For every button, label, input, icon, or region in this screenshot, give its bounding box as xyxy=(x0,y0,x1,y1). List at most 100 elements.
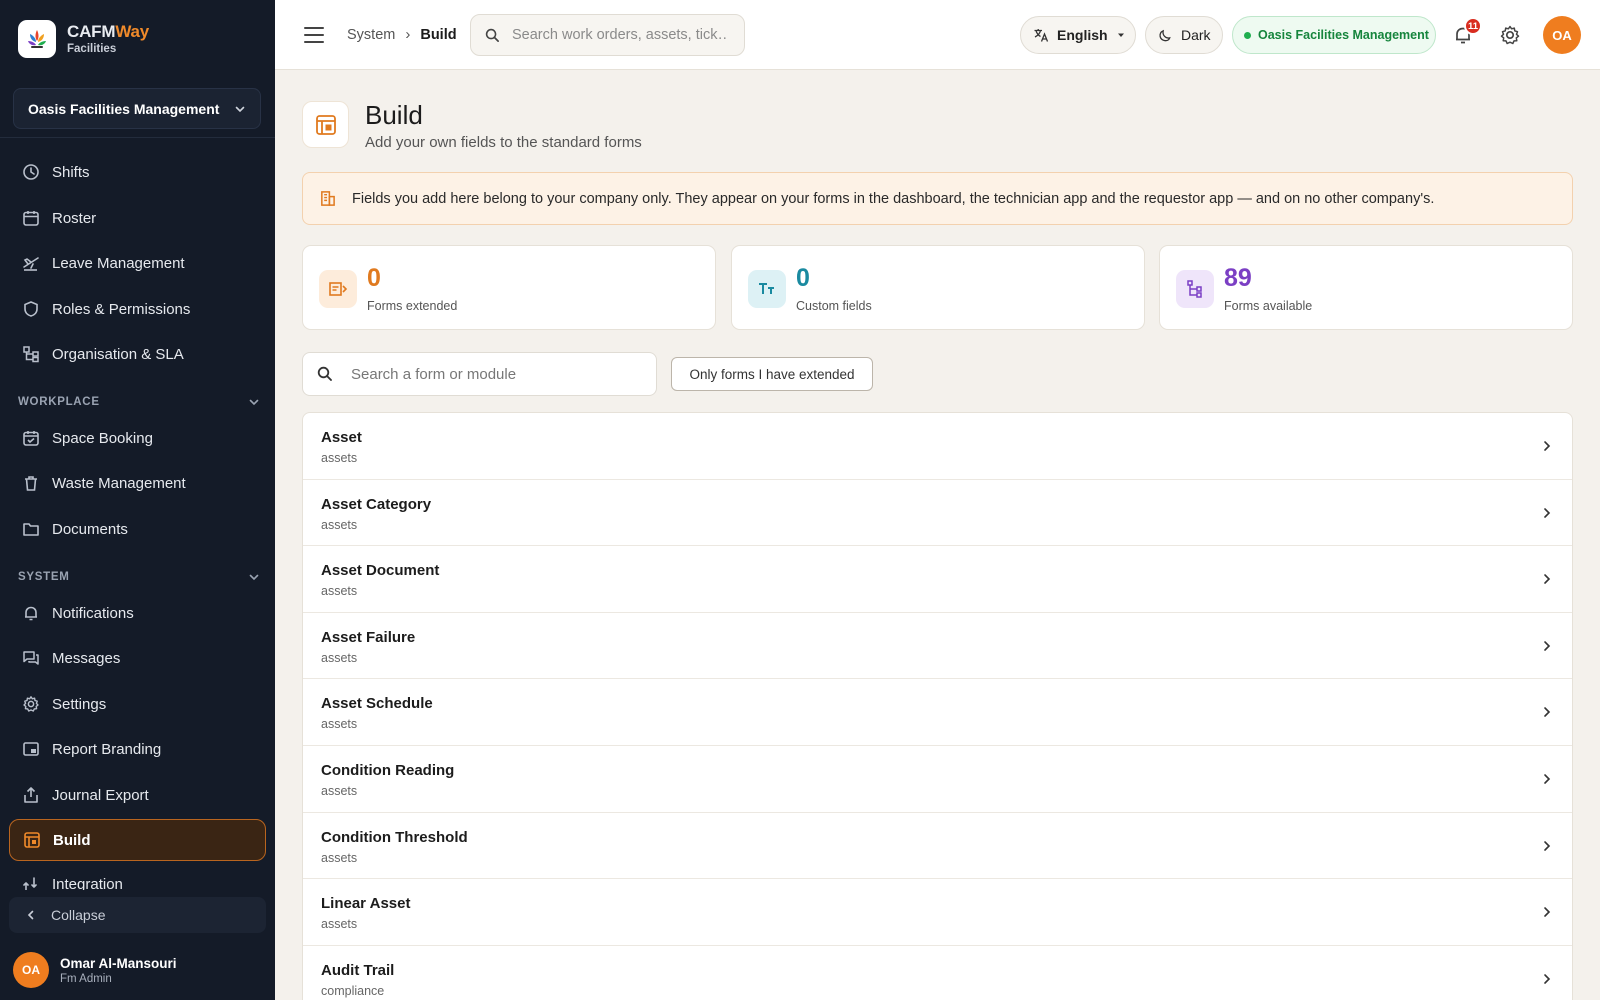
sidebar-item-label: Roster xyxy=(52,209,97,227)
sidebar-item-journal-export[interactable]: Journal Export xyxy=(9,774,266,816)
chat-icon xyxy=(22,649,40,667)
build-icon xyxy=(302,101,349,148)
sidebar-item-messages[interactable]: Messages xyxy=(9,637,266,679)
page-title: Build xyxy=(365,100,423,130)
gear-icon[interactable] xyxy=(1499,24,1521,46)
text-field-icon xyxy=(748,270,786,308)
form-name: Condition Threshold xyxy=(321,828,468,846)
brand-subtitle: Facilities xyxy=(67,43,117,55)
calendar-check-icon xyxy=(22,429,40,447)
section-label: WORKPLACE xyxy=(18,396,100,408)
breadcrumb-item-system[interactable]: System xyxy=(347,27,395,43)
chevron-right-icon: › xyxy=(405,26,411,43)
sidebar-item-report-branding[interactable]: Report Branding xyxy=(9,728,266,770)
user-profile[interactable]: OA Omar Al-Mansouri Fm Admin xyxy=(13,952,177,988)
sidebar-item-documents[interactable]: Documents xyxy=(9,508,266,550)
chevron-right-icon xyxy=(1544,574,1551,584)
sidebar-item-label: Build xyxy=(53,831,91,849)
form-name: Linear Asset xyxy=(321,895,411,913)
sidebar-item-integration[interactable]: Integration xyxy=(9,864,266,890)
brand[interactable]: CAFMWay Facilities xyxy=(18,20,149,58)
extended-only-filter-button[interactable]: Only forms I have extended xyxy=(671,357,873,391)
sidebar-item-notifications[interactable]: Notifications xyxy=(9,592,266,634)
sidebar-divider xyxy=(0,137,275,138)
form-row[interactable]: Asset Failure assets xyxy=(303,613,1572,680)
sidebar-item-label: Notifications xyxy=(52,604,134,622)
brand-name: CAFMWay xyxy=(67,22,150,41)
bell-icon xyxy=(22,604,40,622)
form-search[interactable] xyxy=(302,352,657,396)
form-name: Condition Reading xyxy=(321,761,455,779)
form-row[interactable]: Asset Category assets xyxy=(303,480,1572,547)
sidebar-item-space-booking[interactable]: Space Booking xyxy=(9,417,266,459)
branding-icon xyxy=(22,740,40,758)
theme-toggle[interactable]: Dark xyxy=(1145,16,1223,54)
chevron-left-icon xyxy=(27,910,34,920)
section-system-toggle[interactable]: SYSTEM xyxy=(18,571,260,583)
form-module: assets xyxy=(321,584,358,599)
sidebar-item-label: Documents xyxy=(52,520,128,538)
gear-icon xyxy=(22,695,40,713)
sidebar-item-waste-management[interactable]: Waste Management xyxy=(9,462,266,504)
org-status-pill[interactable]: Oasis Facilities Management xyxy=(1232,16,1436,54)
plane-icon xyxy=(22,254,40,272)
form-row[interactable]: Condition Reading assets xyxy=(303,746,1572,813)
sidebar-item-settings[interactable]: Settings xyxy=(9,683,266,725)
user-avatar[interactable]: OA xyxy=(1543,16,1581,54)
folder-icon xyxy=(22,520,40,538)
form-name: Asset Document xyxy=(321,562,440,580)
form-search-input[interactable] xyxy=(351,365,641,383)
stat-label: Forms extended xyxy=(367,299,458,313)
sidebar-item-build[interactable]: Build xyxy=(9,819,266,861)
sidebar-item-label: Waste Management xyxy=(52,474,186,492)
stat-value: 0 xyxy=(367,264,381,292)
sidebar-item-label: Integration xyxy=(52,876,123,890)
form-name: Asset Failure xyxy=(321,628,416,646)
org-pill-label: Oasis Facilities Management xyxy=(1258,28,1429,42)
form-module: assets xyxy=(321,451,358,465)
chevron-right-icon xyxy=(1544,707,1551,718)
form-module: assets xyxy=(321,717,358,732)
org-selector[interactable]: Oasis Facilities Management xyxy=(13,88,261,129)
form-row[interactable]: Audit Trail compliance xyxy=(303,946,1572,1000)
form-row[interactable]: Linear Asset assets xyxy=(303,879,1572,946)
form-row[interactable]: Asset Document assets xyxy=(303,546,1572,613)
info-banner: Fields you add here belong to your compa… xyxy=(302,172,1573,225)
info-banner-text: Fields you add here belong to your compa… xyxy=(352,190,1435,207)
building-icon xyxy=(321,191,335,206)
chevron-right-icon xyxy=(1544,640,1551,651)
sidebar-item-roles-permissions[interactable]: Roles & Permissions xyxy=(9,288,266,330)
form-row[interactable]: Asset Schedule assets xyxy=(303,679,1572,746)
collapse-button[interactable]: Collapse xyxy=(9,897,266,933)
logo-icon xyxy=(18,20,56,58)
sidebar-item-label: Report Branding xyxy=(52,740,162,758)
user-role: Fm Admin xyxy=(60,972,112,985)
form-module: assets xyxy=(321,917,358,932)
global-search-input[interactable] xyxy=(512,27,727,43)
sidebar-item-roster[interactable]: Roster xyxy=(9,197,266,239)
theme-label: Dark xyxy=(1181,27,1211,43)
section-label: SYSTEM xyxy=(18,571,70,583)
form-extend-icon xyxy=(319,270,357,308)
org-chart-icon xyxy=(22,345,40,363)
form-module: assets xyxy=(321,517,358,532)
page-subtitle: Add your own fields to the standard form… xyxy=(365,134,642,151)
language-selector[interactable]: English xyxy=(1020,16,1136,54)
sidebar: CAFMWay Facilities Oasis Facilities Mana… xyxy=(0,0,275,1000)
stat-value: 0 xyxy=(796,264,810,292)
sidebar-item-label: Shifts xyxy=(52,163,90,181)
chevron-right-icon xyxy=(1544,840,1551,851)
sidebar-item-leave-management[interactable]: Leave Management xyxy=(9,242,266,284)
section-workplace-toggle[interactable]: WORKPLACE xyxy=(18,396,260,408)
sidebar-item-label: Space Booking xyxy=(52,429,153,447)
sidebar-item-label: Messages xyxy=(52,649,121,667)
sidebar-item-organisation-sla[interactable]: Organisation & SLA xyxy=(9,333,266,375)
sidebar-item-shifts[interactable]: Shifts xyxy=(9,151,266,193)
form-row[interactable]: Asset assets xyxy=(303,413,1572,480)
stat-label: Custom fields xyxy=(796,299,872,313)
menu-icon[interactable] xyxy=(303,24,325,46)
form-row[interactable]: Condition Threshold assets xyxy=(303,813,1572,880)
export-icon xyxy=(22,786,40,804)
user-name: Omar Al-Mansouri xyxy=(60,955,177,971)
global-search[interactable] xyxy=(470,14,745,56)
